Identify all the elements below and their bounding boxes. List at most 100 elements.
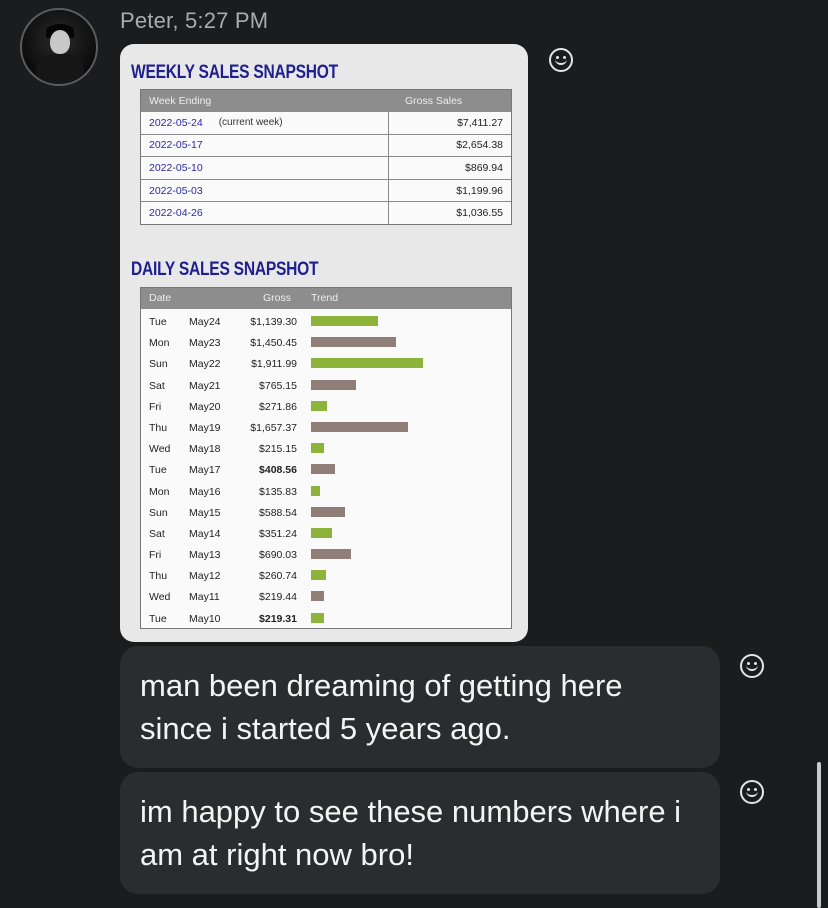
trend-bar — [311, 421, 408, 432]
gross-sales-cell: $2,654.38 — [456, 139, 503, 152]
day-of-week: Tue — [149, 316, 167, 328]
daily-table-row: Sun May15 $588.54 — [141, 502, 511, 523]
day-date: May14 — [189, 527, 221, 540]
day-date: May16 — [189, 485, 221, 498]
week-ending-date: 2022-05-24 — [149, 116, 203, 129]
day-date: May10 — [189, 612, 221, 625]
day-date: May12 — [189, 570, 221, 583]
week-ending-cell: 2022-04-26 — [141, 202, 389, 224]
day-gross: $588.54 — [259, 506, 297, 519]
message-text: im happy to see these numbers where i am… — [140, 794, 682, 872]
add-reaction-smiley-icon[interactable] — [549, 48, 573, 72]
day-date: May22 — [189, 358, 221, 371]
day-gross: $1,139.30 — [250, 316, 297, 328]
avatar-body — [36, 54, 84, 84]
image-attachment[interactable]: WEEKLY SALES SNAPSHOT Week Ending Gross … — [120, 44, 528, 642]
trend-bar — [311, 485, 320, 496]
daily-table-row: Wed May18 $215.15 — [141, 438, 511, 459]
day-of-week: Sat — [149, 379, 165, 392]
daily-table-row: Fri May13 $690.03 — [141, 544, 511, 565]
sender-name-time: Peter, 5:27 PM — [120, 8, 269, 33]
trend-bar — [311, 464, 335, 475]
weekly-table-row: 2022-05-03 $1,199.96 — [141, 178, 511, 202]
week-ending-cell: 2022-05-10 — [141, 157, 389, 179]
add-reaction-smiley-icon[interactable] — [740, 654, 764, 678]
day-date: May21 — [189, 379, 221, 392]
week-ending-cell: 2022-05-03 — [141, 179, 389, 202]
day-gross: $219.31 — [259, 612, 297, 625]
day-gross: $1,911.99 — [251, 358, 297, 371]
daily-table-row: Mon May16 $135.83 — [141, 481, 511, 502]
day-gross: $219.44 — [259, 591, 297, 604]
day-gross: $408.56 — [259, 464, 297, 477]
day-of-week: Thu — [149, 570, 168, 583]
message-bubble[interactable]: im happy to see these numbers where i am… — [120, 772, 720, 894]
day-gross: $1,450.45 — [250, 337, 297, 350]
trend-bar — [311, 316, 378, 326]
daily-sales-table: Date Gross Trend Tue May24 $1,139.30 Mon May… — [140, 287, 512, 629]
trend-bar — [311, 506, 345, 517]
column-header-trend: Trend — [311, 292, 339, 304]
week-ending-cell: 2022-05-24 (current week) — [141, 112, 389, 134]
day-of-week: Fri — [149, 549, 162, 562]
day-of-week: Tue — [149, 464, 167, 477]
daily-table-row: Mon May23 $1,450.45 — [141, 332, 511, 353]
column-header-gross-sales: Gross Sales — [405, 94, 463, 107]
add-reaction-smiley-icon[interactable] — [740, 780, 764, 804]
trend-bar — [311, 527, 332, 538]
day-gross: $765.15 — [259, 379, 297, 392]
daily-table-row: Sat May21 $765.15 — [141, 375, 511, 396]
week-ending-date: 2022-05-03 — [149, 184, 203, 197]
day-of-week: Mon — [149, 337, 170, 350]
trend-bar — [311, 337, 396, 348]
column-header-gross: Gross — [263, 292, 292, 304]
day-gross: $351.24 — [259, 527, 297, 540]
day-of-week: Thu — [149, 421, 168, 434]
trend-bar — [311, 400, 327, 411]
week-ending-date: 2022-05-10 — [149, 161, 203, 174]
day-date: May11 — [189, 591, 220, 604]
trend-bar — [311, 358, 423, 369]
daily-table-row: Fri May20 $271.86 — [141, 396, 511, 417]
day-of-week: Tue — [149, 612, 167, 625]
day-gross: $690.03 — [259, 549, 297, 562]
day-of-week: Mon — [149, 485, 170, 498]
day-of-week: Fri — [149, 400, 162, 413]
message-bubble[interactable]: man been dreaming of getting here since … — [120, 646, 720, 768]
gross-sales-cell: $1,036.55 — [456, 207, 503, 220]
day-gross: $215.15 — [259, 443, 297, 456]
weekly-snapshot-title: WEEKLY SALES SNAPSHOT — [131, 62, 338, 83]
day-date: May23 — [189, 337, 221, 350]
day-date: May20 — [189, 400, 221, 413]
week-ending-cell: 2022-05-17 — [141, 134, 389, 157]
sender-avatar[interactable] — [20, 8, 98, 86]
gross-sales-cell: $7,411.27 — [457, 116, 503, 129]
daily-table-header: Date Gross Trend — [141, 288, 511, 309]
column-header-week-ending: Week Ending — [149, 94, 212, 107]
week-ending-date: 2022-05-17 — [149, 139, 203, 152]
scrollbar[interactable] — [817, 762, 821, 908]
daily-table-row: Thu May12 $260.74 — [141, 565, 511, 586]
trend-bar — [311, 570, 326, 581]
day-gross: $271.86 — [259, 400, 297, 413]
weekly-table-header: Week Ending Gross Sales — [141, 90, 511, 111]
daily-table-row: Sat May14 $351.24 — [141, 523, 511, 544]
weekly-table-row: 2022-05-24 (current week) $7,411.27 — [141, 111, 511, 134]
day-gross: $135.83 — [259, 485, 297, 498]
week-ending-date: 2022-04-26 — [149, 207, 203, 220]
day-gross: $1,657.37 — [250, 421, 297, 434]
day-date: May13 — [189, 549, 221, 562]
daily-table-row: Tue May24 $1,139.30 — [141, 311, 511, 332]
day-of-week: Sun — [149, 358, 168, 371]
trend-bar — [311, 379, 356, 390]
daily-table-row: Sun May22 $1,911.99 — [141, 353, 511, 374]
weekly-table-row: 2022-05-17 $2,654.38 — [141, 133, 511, 157]
daily-snapshot-title: DAILY SALES SNAPSHOT — [131, 259, 319, 280]
day-of-week: Wed — [149, 591, 171, 604]
daily-table-row: Tue May10 $219.31 — [141, 608, 511, 629]
weekly-table-row: 2022-05-10 $869.94 — [141, 156, 511, 179]
trend-bar — [311, 443, 324, 454]
gross-sales-cell: $1,199.96 — [456, 184, 503, 197]
weekly-table-row: 2022-04-26 $1,036.55 — [141, 201, 511, 224]
column-header-date: Date — [149, 292, 172, 304]
